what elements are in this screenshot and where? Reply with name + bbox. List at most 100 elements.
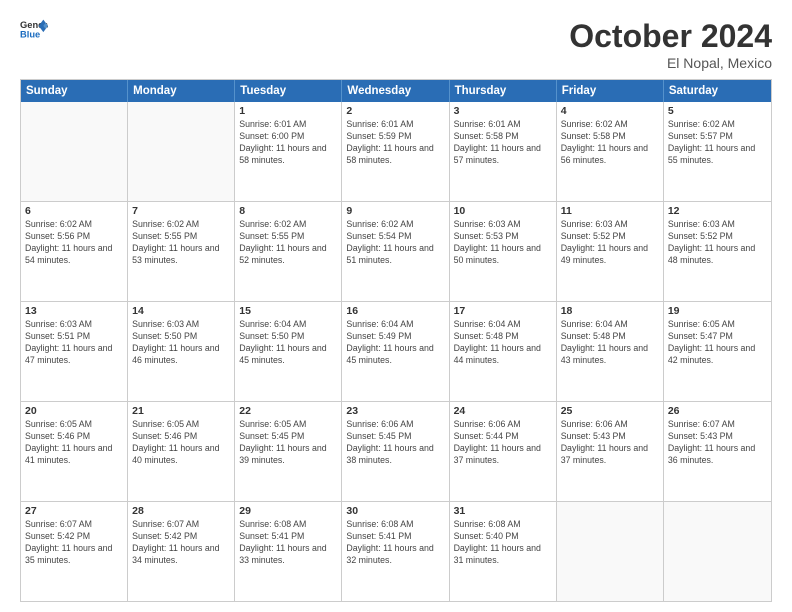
cell-info: Sunrise: 6:02 AMSunset: 5:55 PMDaylight:…	[239, 219, 337, 267]
calendar-cell: 20 Sunrise: 6:05 AMSunset: 5:46 PMDayligh…	[21, 402, 128, 501]
title-block: October 2024 El Nopal, Mexico	[569, 18, 772, 71]
cell-date: 16	[346, 305, 444, 317]
calendar-row-1: 6 Sunrise: 6:02 AMSunset: 5:56 PMDaylight…	[21, 202, 771, 302]
cell-date: 28	[132, 505, 230, 517]
calendar-cell: 18Sunrise: 6:04 AMSunset: 5:48 PMDayligh…	[557, 302, 664, 401]
cell-date: 4	[561, 105, 659, 117]
cell-info: Sunrise: 6:08 AMSunset: 5:41 PMDaylight:…	[239, 519, 337, 567]
calendar-cell: 23 Sunrise: 6:06 AMSunset: 5:45 PMDayligh…	[342, 402, 449, 501]
cell-date: 11	[561, 205, 659, 217]
cell-date: 12	[668, 205, 767, 217]
cell-date: 17	[454, 305, 552, 317]
cell-date: 18	[561, 305, 659, 317]
cell-date: 24	[454, 405, 552, 417]
cell-info: Sunrise: 6:07 AMSunset: 5:43 PMDaylight:…	[668, 419, 767, 467]
day-header-wednesday: Wednesday	[342, 80, 449, 102]
cell-date: 14	[132, 305, 230, 317]
calendar-cell: 30 Sunrise: 6:08 AMSunset: 5:41 PMDayligh…	[342, 502, 449, 601]
cell-date: 3	[454, 105, 552, 117]
calendar-cell: 27 Sunrise: 6:07 AMSunset: 5:42 PMDayligh…	[21, 502, 128, 601]
calendar-cell	[21, 102, 128, 201]
calendar-cell: 4 Sunrise: 6:02 AMSunset: 5:58 PMDaylight…	[557, 102, 664, 201]
calendar-cell: 13Sunrise: 6:03 AMSunset: 5:51 PMDayligh…	[21, 302, 128, 401]
cell-info: Sunrise: 6:01 AMSunset: 6:00 PMDaylight:…	[239, 119, 337, 167]
location: El Nopal, Mexico	[569, 55, 772, 71]
calendar-cell: 29 Sunrise: 6:08 AMSunset: 5:41 PMDayligh…	[235, 502, 342, 601]
day-header-friday: Friday	[557, 80, 664, 102]
calendar-row-3: 20 Sunrise: 6:05 AMSunset: 5:46 PMDayligh…	[21, 402, 771, 502]
cell-info: Sunrise: 6:04 AMSunset: 5:49 PMDaylight:…	[346, 319, 444, 367]
day-header-monday: Monday	[128, 80, 235, 102]
calendar-cell: 24 Sunrise: 6:06 AMSunset: 5:44 PMDayligh…	[450, 402, 557, 501]
calendar-cell: 25 Sunrise: 6:06 AMSunset: 5:43 PMDayligh…	[557, 402, 664, 501]
cell-info: Sunrise: 6:02 AMSunset: 5:58 PMDaylight:…	[561, 119, 659, 167]
cell-date: 27	[25, 505, 123, 517]
cell-info: Sunrise: 6:04 AMSunset: 5:50 PMDaylight:…	[239, 319, 337, 367]
cell-date: 29	[239, 505, 337, 517]
cell-info: Sunrise: 6:02 AMSunset: 5:55 PMDaylight:…	[132, 219, 230, 267]
cell-info: Sunrise: 6:06 AMSunset: 5:44 PMDaylight:…	[454, 419, 552, 467]
cell-date: 6	[25, 205, 123, 217]
cell-date: 1	[239, 105, 337, 117]
cell-info: Sunrise: 6:04 AMSunset: 5:48 PMDaylight:…	[454, 319, 552, 367]
cell-info: Sunrise: 6:01 AMSunset: 5:58 PMDaylight:…	[454, 119, 552, 167]
logo-icon: General Blue	[20, 18, 48, 40]
cell-date: 7	[132, 205, 230, 217]
cell-info: Sunrise: 6:08 AMSunset: 5:41 PMDaylight:…	[346, 519, 444, 567]
calendar-cell: 28 Sunrise: 6:07 AMSunset: 5:42 PMDayligh…	[128, 502, 235, 601]
calendar-body: 1 Sunrise: 6:01 AMSunset: 6:00 PMDaylight…	[21, 102, 771, 601]
calendar-cell: 14 Sunrise: 6:03 AMSunset: 5:50 PMDayligh…	[128, 302, 235, 401]
cell-date: 5	[668, 105, 767, 117]
calendar: SundayMondayTuesdayWednesdayThursdayFrid…	[20, 79, 772, 602]
svg-text:Blue: Blue	[20, 30, 40, 40]
cell-info: Sunrise: 6:03 AMSunset: 5:50 PMDaylight:…	[132, 319, 230, 367]
cell-date: 2	[346, 105, 444, 117]
cell-info: Sunrise: 6:07 AMSunset: 5:42 PMDaylight:…	[25, 519, 123, 567]
calendar-cell: 16 Sunrise: 6:04 AMSunset: 5:49 PMDayligh…	[342, 302, 449, 401]
calendar-row-0: 1 Sunrise: 6:01 AMSunset: 6:00 PMDaylight…	[21, 102, 771, 202]
cell-info: Sunrise: 6:02 AMSunset: 5:56 PMDaylight:…	[25, 219, 123, 267]
cell-info: Sunrise: 6:03 AMSunset: 5:53 PMDaylight:…	[454, 219, 552, 267]
cell-info: Sunrise: 6:03 AMSunset: 5:51 PMDaylight:…	[25, 319, 123, 367]
cell-info: Sunrise: 6:05 AMSunset: 5:47 PMDaylight:…	[668, 319, 767, 367]
cell-date: 19	[668, 305, 767, 317]
cell-date: 31	[454, 505, 552, 517]
calendar-cell: 6 Sunrise: 6:02 AMSunset: 5:56 PMDaylight…	[21, 202, 128, 301]
calendar-cell: 17 Sunrise: 6:04 AMSunset: 5:48 PMDayligh…	[450, 302, 557, 401]
calendar-cell: 3 Sunrise: 6:01 AMSunset: 5:58 PMDaylight…	[450, 102, 557, 201]
cell-date: 15	[239, 305, 337, 317]
calendar-row-4: 27 Sunrise: 6:07 AMSunset: 5:42 PMDayligh…	[21, 502, 771, 601]
cell-date: 30	[346, 505, 444, 517]
cell-date: 8	[239, 205, 337, 217]
page: General Blue October 2024 El Nopal, Mexi…	[0, 0, 792, 612]
cell-date: 23	[346, 405, 444, 417]
calendar-cell: 19 Sunrise: 6:05 AMSunset: 5:47 PMDayligh…	[664, 302, 771, 401]
cell-info: Sunrise: 6:02 AMSunset: 5:57 PMDaylight:…	[668, 119, 767, 167]
day-header-tuesday: Tuesday	[235, 80, 342, 102]
calendar-cell: 8 Sunrise: 6:02 AMSunset: 5:55 PMDaylight…	[235, 202, 342, 301]
cell-date: 20	[25, 405, 123, 417]
cell-info: Sunrise: 6:05 AMSunset: 5:45 PMDaylight:…	[239, 419, 337, 467]
cell-info: Sunrise: 6:03 AMSunset: 5:52 PMDaylight:…	[561, 219, 659, 267]
cell-date: 10	[454, 205, 552, 217]
calendar-cell: 22 Sunrise: 6:05 AMSunset: 5:45 PMDayligh…	[235, 402, 342, 501]
cell-date: 26	[668, 405, 767, 417]
header: General Blue October 2024 El Nopal, Mexi…	[20, 18, 772, 71]
calendar-row-2: 13Sunrise: 6:03 AMSunset: 5:51 PMDayligh…	[21, 302, 771, 402]
day-header-sunday: Sunday	[21, 80, 128, 102]
cell-info: Sunrise: 6:05 AMSunset: 5:46 PMDaylight:…	[25, 419, 123, 467]
cell-info: Sunrise: 6:03 AMSunset: 5:52 PMDaylight:…	[668, 219, 767, 267]
cell-date: 25	[561, 405, 659, 417]
cell-date: 22	[239, 405, 337, 417]
calendar-cell	[557, 502, 664, 601]
calendar-cell: 31 Sunrise: 6:08 AMSunset: 5:40 PMDayligh…	[450, 502, 557, 601]
cell-info: Sunrise: 6:08 AMSunset: 5:40 PMDaylight:…	[454, 519, 552, 567]
calendar-cell: 9Sunrise: 6:02 AMSunset: 5:54 PMDaylight…	[342, 202, 449, 301]
cell-info: Sunrise: 6:06 AMSunset: 5:43 PMDaylight:…	[561, 419, 659, 467]
cell-info: Sunrise: 6:02 AMSunset: 5:54 PMDaylight:…	[346, 219, 444, 267]
cell-info: Sunrise: 6:07 AMSunset: 5:42 PMDaylight:…	[132, 519, 230, 567]
cell-info: Sunrise: 6:06 AMSunset: 5:45 PMDaylight:…	[346, 419, 444, 467]
day-header-thursday: Thursday	[450, 80, 557, 102]
calendar-cell: 1 Sunrise: 6:01 AMSunset: 6:00 PMDaylight…	[235, 102, 342, 201]
logo: General Blue	[20, 18, 48, 40]
